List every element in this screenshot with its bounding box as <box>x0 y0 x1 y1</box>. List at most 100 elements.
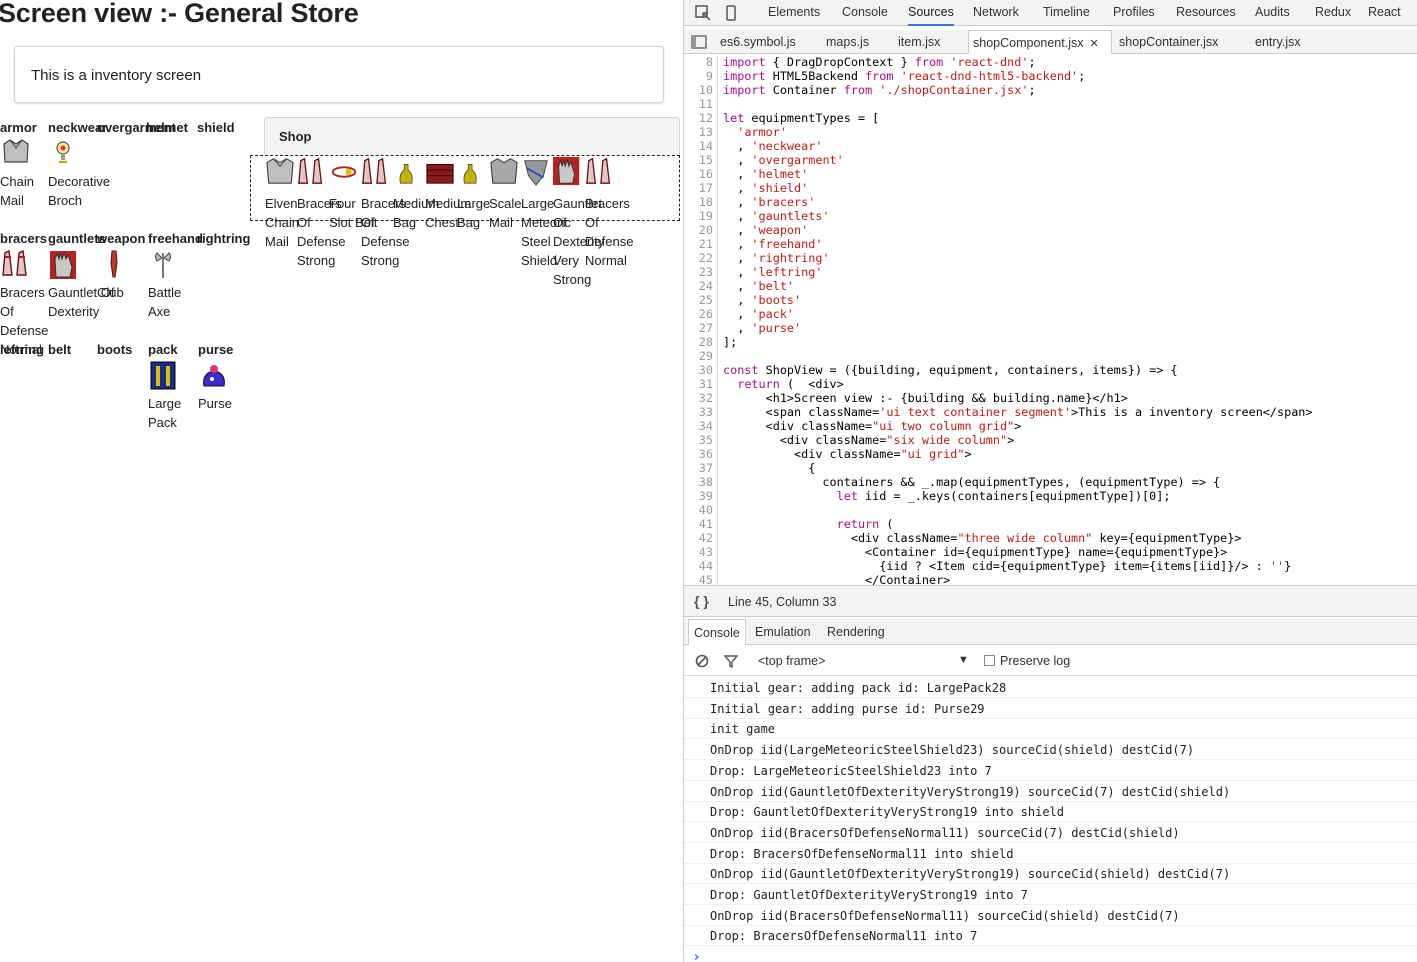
bracers-icon[interactable] <box>585 156 615 186</box>
line-number[interactable]: 34 <box>684 419 713 433</box>
line-number[interactable]: 26 <box>684 307 713 321</box>
line-number[interactable]: 14 <box>684 139 713 153</box>
line-number[interactable]: 45 <box>684 573 713 585</box>
chest-icon[interactable] <box>425 156 455 186</box>
line-number[interactable]: 29 <box>684 349 713 363</box>
bag-icon[interactable] <box>393 156 423 186</box>
tab-audits[interactable]: Audits <box>1255 0 1290 26</box>
line-number[interactable]: 35 <box>684 433 713 447</box>
tab-network[interactable]: Network <box>973 0 1019 26</box>
drawer-tab-console[interactable]: Console <box>688 619 746 645</box>
bracers-icon[interactable] <box>0 249 32 279</box>
chain-mail-icon[interactable] <box>265 156 295 186</box>
belt-icon[interactable] <box>329 156 359 186</box>
tab-timeline[interactable]: Timeline <box>1043 0 1090 26</box>
line-number[interactable]: 30 <box>684 363 713 377</box>
code-line: 37 { <box>684 461 1417 475</box>
line-number[interactable]: 15 <box>684 153 713 167</box>
line-number[interactable]: 16 <box>684 167 713 181</box>
line-number[interactable]: 43 <box>684 545 713 559</box>
preserve-log-checkbox[interactable] <box>984 655 995 666</box>
clear-console-icon[interactable] <box>695 654 709 668</box>
large-pack-icon[interactable] <box>148 360 180 390</box>
tab-profiles[interactable]: Profiles <box>1113 0 1155 26</box>
line-number[interactable]: 10 <box>684 83 713 97</box>
line-number[interactable]: 8 <box>684 55 713 69</box>
line-number[interactable]: 11 <box>684 97 713 111</box>
line-number[interactable]: 18 <box>684 195 713 209</box>
close-icon[interactable]: ✕ <box>1089 38 1098 50</box>
device-mode-icon[interactable] <box>722 4 740 22</box>
shield-icon[interactable] <box>521 156 551 186</box>
line-number[interactable]: 31 <box>684 377 713 391</box>
line-number[interactable]: 28 <box>684 335 713 349</box>
line-number[interactable]: 36 <box>684 447 713 461</box>
file-tab-es6-symbol[interactable]: es6.symbol.js <box>720 30 796 54</box>
code-text: ]; <box>723 335 738 349</box>
tab-console[interactable]: Console <box>842 0 888 26</box>
battle-axe-icon[interactable] <box>148 249 180 279</box>
drawer-tab-emulation[interactable]: Emulation <box>750 619 816 645</box>
bag-icon[interactable] <box>457 156 487 186</box>
line-number[interactable]: 40 <box>684 503 713 517</box>
line-number[interactable]: 21 <box>684 237 713 251</box>
line-number[interactable]: 32 <box>684 391 713 405</box>
chain-mail-icon[interactable] <box>0 138 32 168</box>
file-tab-shopcomponent[interactable]: shopComponent.jsx ✕ <box>968 30 1112 54</box>
line-number[interactable]: 38 <box>684 475 713 489</box>
slot-label: rightring <box>197 231 251 246</box>
chevron-down-icon[interactable]: ▼ <box>958 654 969 666</box>
bracers-icon[interactable] <box>297 156 327 186</box>
tab-react[interactable]: React <box>1368 0 1401 26</box>
line-number[interactable]: 33 <box>684 405 713 419</box>
code-text: 'armor' <box>737 125 787 139</box>
line-number[interactable]: 17 <box>684 181 713 195</box>
file-tab-maps[interactable]: maps.js <box>826 30 869 54</box>
line-number[interactable]: 25 <box>684 293 713 307</box>
line-number[interactable]: 12 <box>684 111 713 125</box>
slot-item-name: Club <box>97 285 124 300</box>
slot-label: boots <box>97 342 133 357</box>
gauntlet-icon[interactable] <box>48 249 80 279</box>
line-number[interactable]: 23 <box>684 265 713 279</box>
code-editor[interactable]: 8 import { DragDropContext } from 'react-… <box>684 55 1417 585</box>
line-number[interactable]: 39 <box>684 489 713 503</box>
tab-resources[interactable]: Resources <box>1176 0 1236 26</box>
slot-label: purse <box>198 342 234 357</box>
slot-item-name: Decorative Broch <box>48 174 111 208</box>
pretty-print-icon[interactable]: { } <box>694 593 709 609</box>
tab-redux[interactable]: Redux <box>1315 0 1351 26</box>
gauntlet-icon[interactable] <box>553 156 583 186</box>
tab-elements[interactable]: Elements <box>768 0 820 26</box>
inventory-segment: This is a inventory screen <box>14 46 664 103</box>
line-number[interactable]: 37 <box>684 461 713 475</box>
purse-icon[interactable] <box>198 360 230 390</box>
tab-sources[interactable]: Sources <box>908 0 954 26</box>
file-tab-item[interactable]: item.jsx <box>898 30 940 54</box>
file-tab-shopcontainer[interactable]: shopContainer.jsx <box>1119 30 1218 54</box>
line-number[interactable]: 19 <box>684 209 713 223</box>
code-text: {iid ? <Item cid={equipmentType} item={i… <box>723 559 1292 573</box>
frame-select[interactable]: <top frame> <box>758 654 825 668</box>
toggle-navigator-icon[interactable] <box>690 33 708 51</box>
bracers-icon[interactable] <box>361 156 391 186</box>
line-number[interactable]: 42 <box>684 531 713 545</box>
line-number[interactable]: 41 <box>684 517 713 531</box>
slot-item-name: Battle Axe <box>148 285 182 319</box>
line-number[interactable]: 22 <box>684 251 713 265</box>
code-line: 32 <h1>Screen view :- {building && build… <box>684 391 1417 405</box>
inspect-element-icon[interactable] <box>694 4 712 22</box>
line-number[interactable]: 9 <box>684 69 713 83</box>
club-icon[interactable] <box>97 249 129 279</box>
amulet-icon[interactable] <box>48 138 80 168</box>
drawer-tab-rendering[interactable]: Rendering <box>822 619 890 645</box>
console-prompt[interactable]: › <box>694 950 699 962</box>
file-tab-entry[interactable]: entry.jsx <box>1255 30 1301 54</box>
filter-icon[interactable] <box>724 654 738 668</box>
line-number[interactable]: 24 <box>684 279 713 293</box>
line-number[interactable]: 13 <box>684 125 713 139</box>
line-number[interactable]: 44 <box>684 559 713 573</box>
line-number[interactable]: 27 <box>684 321 713 335</box>
line-number[interactable]: 20 <box>684 223 713 237</box>
scale-mail-icon[interactable] <box>489 156 519 186</box>
